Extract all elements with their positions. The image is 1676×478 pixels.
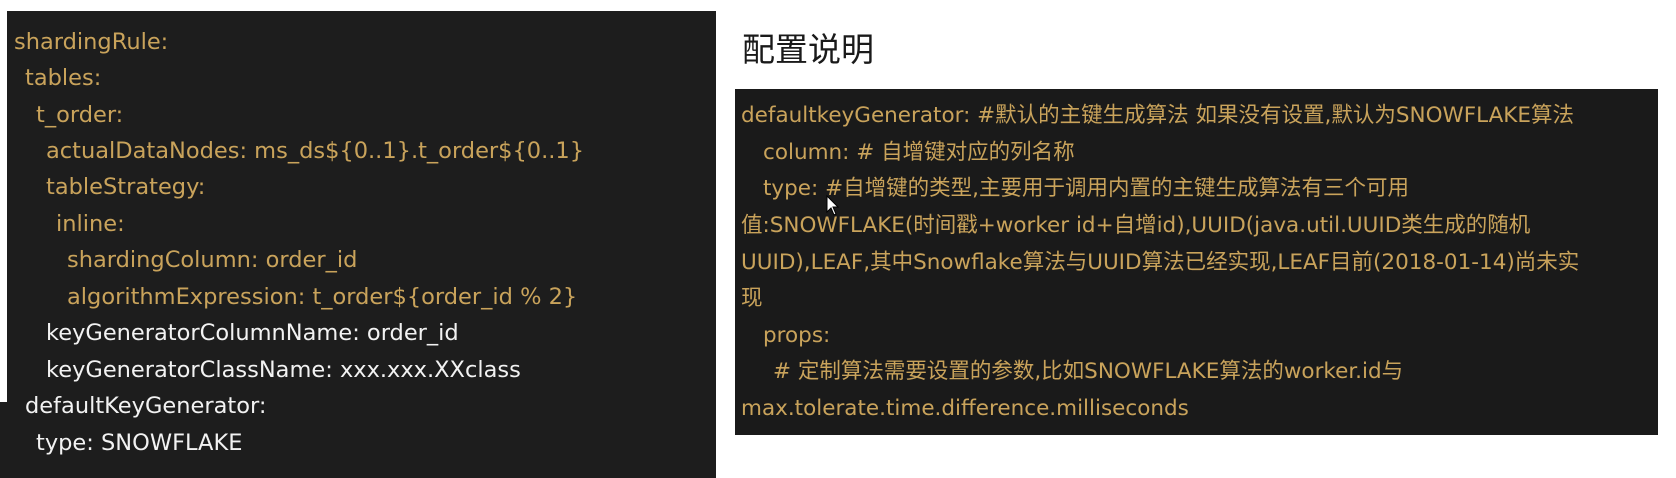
code-line: keyGeneratorClassName: xxx.xxx.XXclass bbox=[46, 357, 521, 383]
code-line: shardingColumn: order_id bbox=[67, 247, 358, 273]
mouse-cursor-icon bbox=[826, 195, 840, 216]
code-line: defaultKeyGenerator: bbox=[25, 393, 267, 419]
code-line: keyGeneratorColumnName: order_id bbox=[46, 320, 459, 346]
description-line: # 定制算法需要设置的参数,比如SNOWFLAKE算法的worker.id与 bbox=[773, 359, 1404, 384]
section-title: 配置说明 bbox=[742, 30, 874, 69]
description-line: UUID),LEAF,其中Snowflake算法与UUID算法已经实现,LEAF… bbox=[741, 250, 1580, 275]
code-line: algorithmExpression: t_order${order_id %… bbox=[67, 284, 578, 310]
code-line: tables: bbox=[25, 65, 102, 91]
description-line: 现 bbox=[741, 286, 763, 311]
description-line: defaultkeyGenerator: #默认的主键生成算法 如果没有设置,默… bbox=[741, 103, 1574, 128]
code-line: tableStrategy: bbox=[46, 174, 206, 200]
code-line: inline: bbox=[56, 211, 125, 237]
code-line: t_order: bbox=[36, 102, 124, 128]
description-line: 值:SNOWFLAKE(时间戳+worker id+自增id),UUID(jav… bbox=[741, 213, 1531, 238]
panel-edge bbox=[0, 402, 9, 478]
description-line: props: bbox=[763, 323, 831, 348]
description-line: column: # 自增键对应的列名称 bbox=[763, 140, 1075, 165]
code-line: shardingRule: bbox=[14, 29, 169, 55]
description-line: max.tolerate.time.difference.millisecond… bbox=[741, 396, 1189, 421]
code-line: type: SNOWFLAKE bbox=[36, 430, 243, 456]
description-line: type: #自增键的类型,主要用于调用内置的主键生成算法有三个可用 bbox=[763, 176, 1409, 201]
code-line: actualDataNodes: ms_ds${0..1}.t_order${0… bbox=[46, 138, 585, 164]
